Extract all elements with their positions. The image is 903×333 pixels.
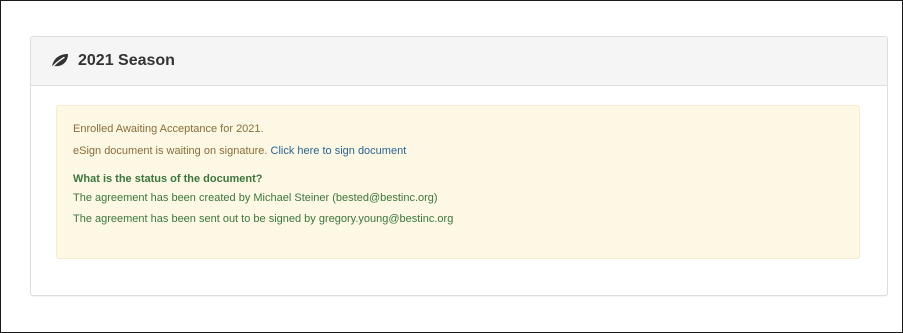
esign-status-line: eSign document is waiting on signature. … [73,144,859,158]
panel-heading: 2021 Season [31,37,887,86]
esign-status-text: eSign document is waiting on signature. [73,145,271,157]
enrollment-status-text: Enrolled Awaiting Acceptance for 2021. [73,123,264,135]
leaf-icon [50,53,70,70]
status-line-created: The agreement has been created by Michae… [73,192,438,204]
status-line-sent: The agreement has been sent out to be si… [73,213,454,225]
window-frame: 2021 Season Enrolled Awaiting Acceptance… [0,0,903,333]
panel-title: 2021 Season [78,52,175,69]
document-status-heading: What is the status of the document? [73,173,263,185]
sign-document-link[interactable]: Click here to sign document [271,145,407,157]
season-panel: 2021 Season Enrolled Awaiting Acceptance… [30,36,888,296]
enrollment-status-alert: Enrolled Awaiting Acceptance for 2021. e… [56,105,860,259]
